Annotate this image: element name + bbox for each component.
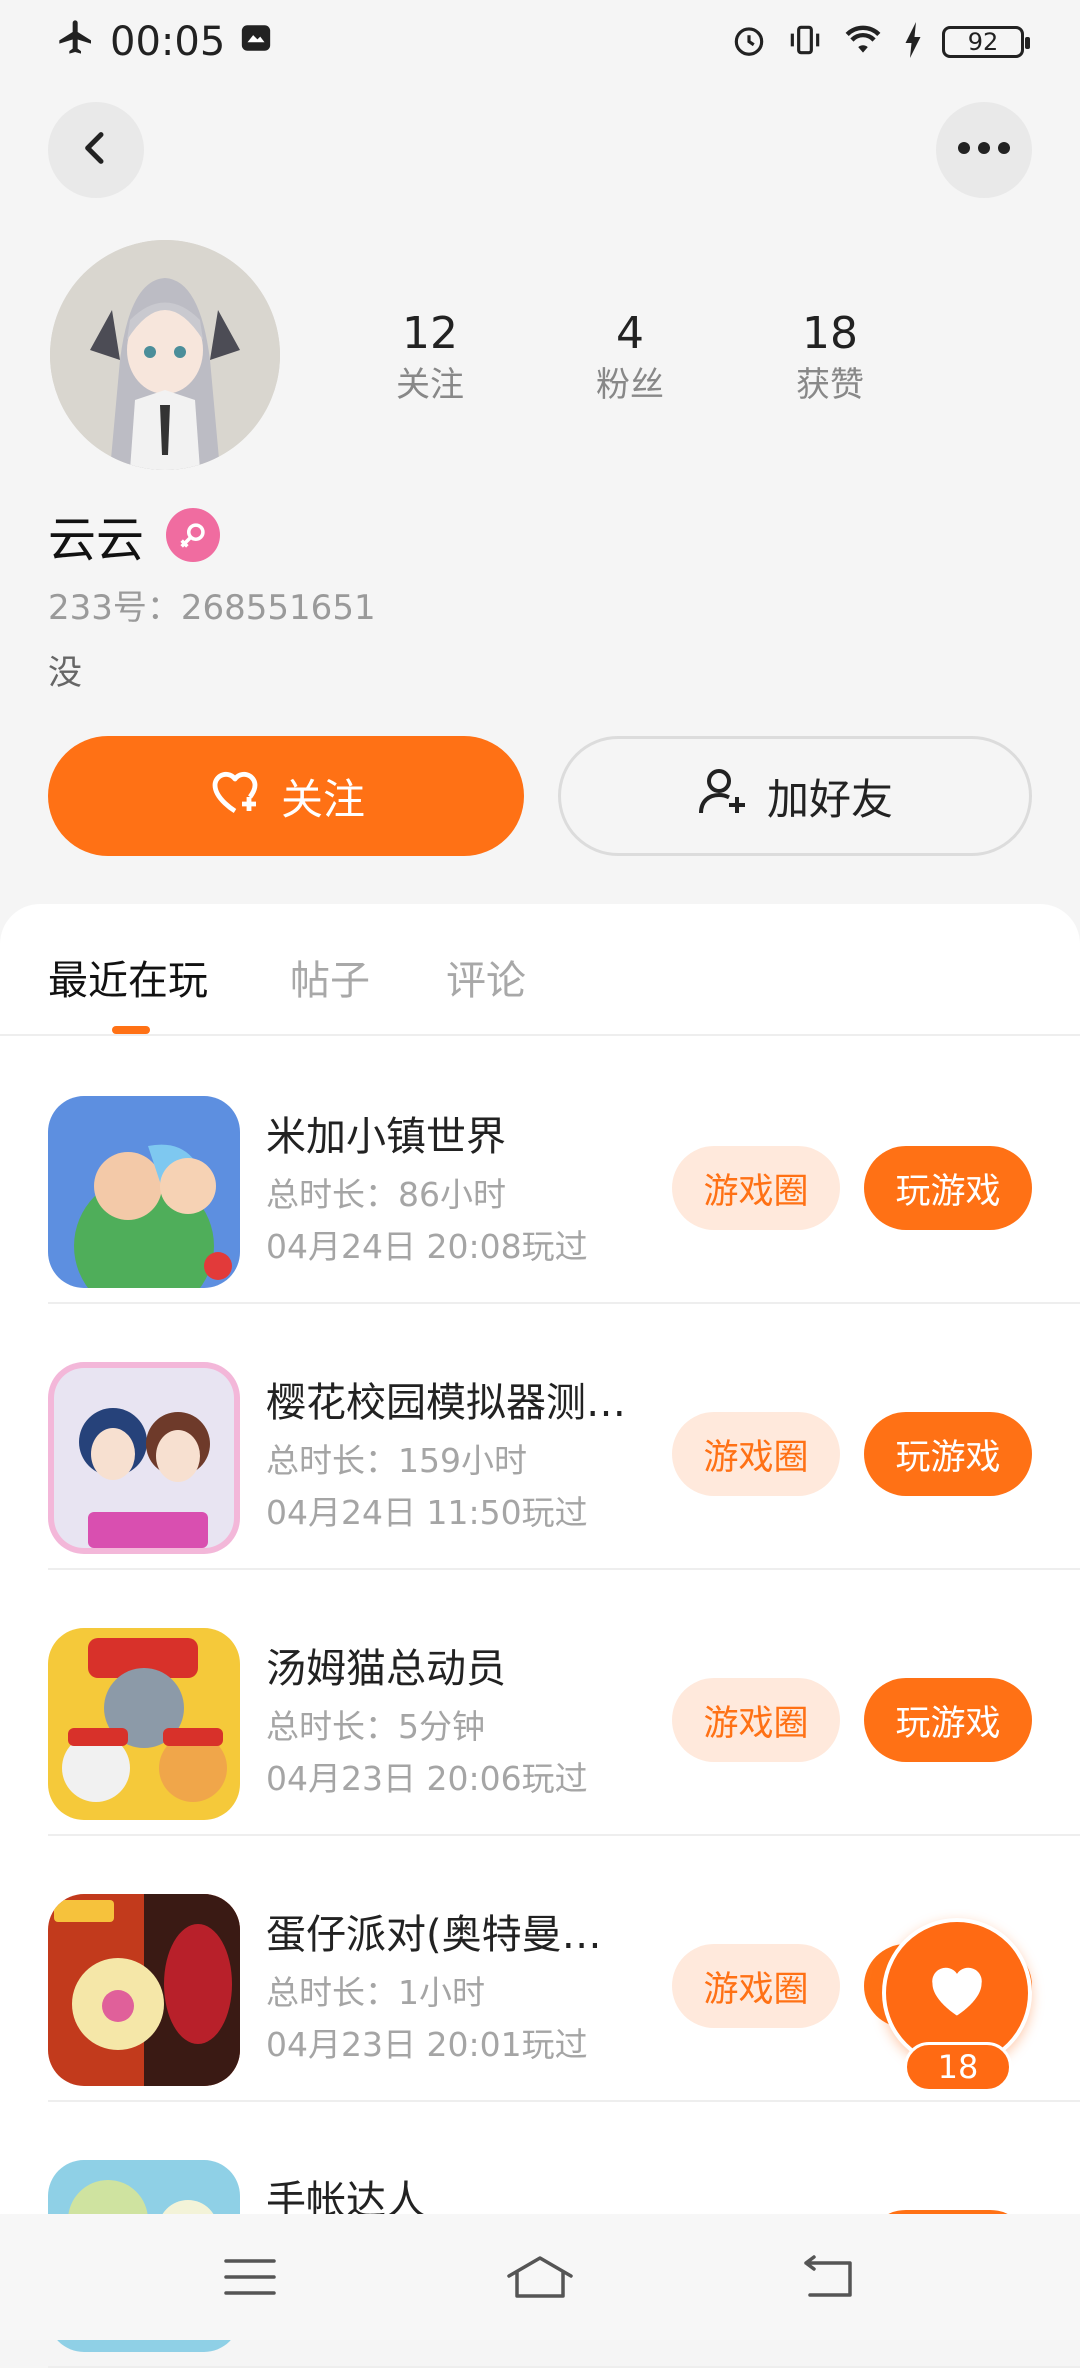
more-icon (956, 140, 1012, 160)
game-last-played: 04月23日 20:01玩过 (266, 2025, 588, 2064)
add-friend-button[interactable]: 加好友 (558, 736, 1032, 856)
game-circle-button[interactable]: 游戏圈 (672, 1944, 840, 2028)
chevron-left-icon (76, 128, 116, 172)
nav-back-button[interactable] (778, 2244, 878, 2314)
stat-likes[interactable]: 18 获赞 (730, 306, 930, 408)
game-icon (48, 1894, 240, 2086)
game-name: 蛋仔派对(奥特曼… (266, 1912, 602, 1958)
battery-indicator: 92 (942, 26, 1030, 58)
like-count: 18 (904, 2042, 1012, 2092)
stat-value: 4 (616, 308, 644, 359)
add-user-icon (697, 765, 749, 827)
game-name: 樱花校园模拟器测… (266, 1380, 626, 1426)
home-icon (505, 2254, 575, 2304)
tab-posts[interactable]: 帖子 (290, 948, 370, 1006)
list-item[interactable]: 米加小镇世界 总时长：86小时 04月24日 20:08玩过 游戏圈 玩游戏 (0, 1038, 1080, 1304)
tab-indicator (112, 1026, 150, 1034)
game-duration: 总时长：5分钟 (266, 1707, 485, 1746)
game-circle-button[interactable]: 游戏圈 (672, 1146, 840, 1230)
back-arrow-icon (800, 2255, 856, 2303)
follow-button-label: 关注 (280, 774, 365, 824)
vibrate-icon (786, 21, 824, 63)
tab-recently-played[interactable]: 最近在玩 (48, 948, 208, 1006)
game-duration: 总时长：1小时 (266, 1973, 485, 2012)
game-list: 米加小镇世界 总时长：86小时 04月24日 20:08玩过 游戏圈 玩游戏 樱… (0, 1038, 1080, 2368)
stat-following[interactable]: 12 关注 (330, 306, 530, 408)
heart-icon (927, 1964, 987, 2022)
stat-label: 粉丝 (596, 365, 664, 405)
list-item[interactable]: 汤姆猫总动员 总时长：5分钟 04月23日 20:06玩过 游戏圈 玩游戏 (0, 1570, 1080, 1836)
nav-menu-button[interactable] (200, 2244, 300, 2314)
nav-home-button[interactable] (490, 2244, 590, 2314)
profile-name: 云云 (48, 512, 145, 568)
stat-label: 关注 (396, 365, 464, 405)
game-last-played: 04月24日 11:50玩过 (266, 1493, 588, 1532)
profile-bio: 没 (48, 653, 82, 693)
profile-name-row: 云云 (48, 500, 221, 570)
profile-stats: 12 关注 4 粉丝 18 获赞 (330, 306, 930, 408)
tab-comments[interactable]: 评论 (446, 948, 526, 1006)
game-name: 汤姆猫总动员 (266, 1646, 506, 1692)
list-item[interactable]: 樱花校园模拟器测… 总时长：159小时 04月24日 11:50玩过 游戏圈 玩… (0, 1304, 1080, 1570)
profile-uid: 233号：268551651 (48, 588, 376, 628)
game-circle-button[interactable]: 游戏圈 (672, 1412, 840, 1496)
system-nav-bar (0, 2214, 1080, 2340)
more-button[interactable] (936, 102, 1032, 198)
wifi-icon (842, 21, 884, 63)
game-name: 米加小镇世界 (266, 1114, 506, 1160)
game-duration: 总时长：159小时 (266, 1441, 527, 1480)
stat-label: 获赞 (796, 365, 864, 405)
tab-bar: 最近在玩 帖子 评论 (0, 904, 1080, 1036)
play-game-button[interactable]: 玩游戏 (864, 1678, 1032, 1762)
alarm-icon (730, 21, 768, 63)
charging-icon (902, 22, 924, 62)
game-last-played: 04月23日 20:06玩过 (266, 1759, 588, 1798)
game-icon (48, 1096, 240, 1288)
play-game-button[interactable]: 玩游戏 (864, 1146, 1032, 1230)
stat-value: 12 (402, 308, 458, 359)
airplane-icon (56, 17, 96, 67)
stat-followers[interactable]: 4 粉丝 (530, 306, 730, 408)
stat-value: 18 (802, 308, 858, 359)
follow-button[interactable]: 关注 (48, 736, 524, 856)
game-icon (48, 1628, 240, 1820)
avatar[interactable] (50, 240, 280, 470)
notification-icon (239, 19, 273, 65)
game-last-played: 04月24日 20:08玩过 (266, 1227, 588, 1266)
back-button[interactable] (48, 102, 144, 198)
female-icon (166, 508, 221, 562)
status-bar: 00:05 92 (0, 0, 1080, 84)
content-panel: 最近在玩 帖子 评论 米加小镇世界 总时长：86小时 04月24日 20:08玩… (0, 904, 1080, 2368)
add-friend-label: 加好友 (766, 774, 893, 824)
heart-plus-icon (207, 765, 263, 827)
menu-icon (224, 2257, 276, 2301)
play-game-button[interactable]: 玩游戏 (864, 1412, 1032, 1496)
game-icon (48, 1362, 240, 1554)
game-circle-button[interactable]: 游戏圈 (672, 1678, 840, 1762)
status-time: 00:05 (110, 19, 226, 65)
game-duration: 总时长：86小时 (266, 1175, 506, 1214)
